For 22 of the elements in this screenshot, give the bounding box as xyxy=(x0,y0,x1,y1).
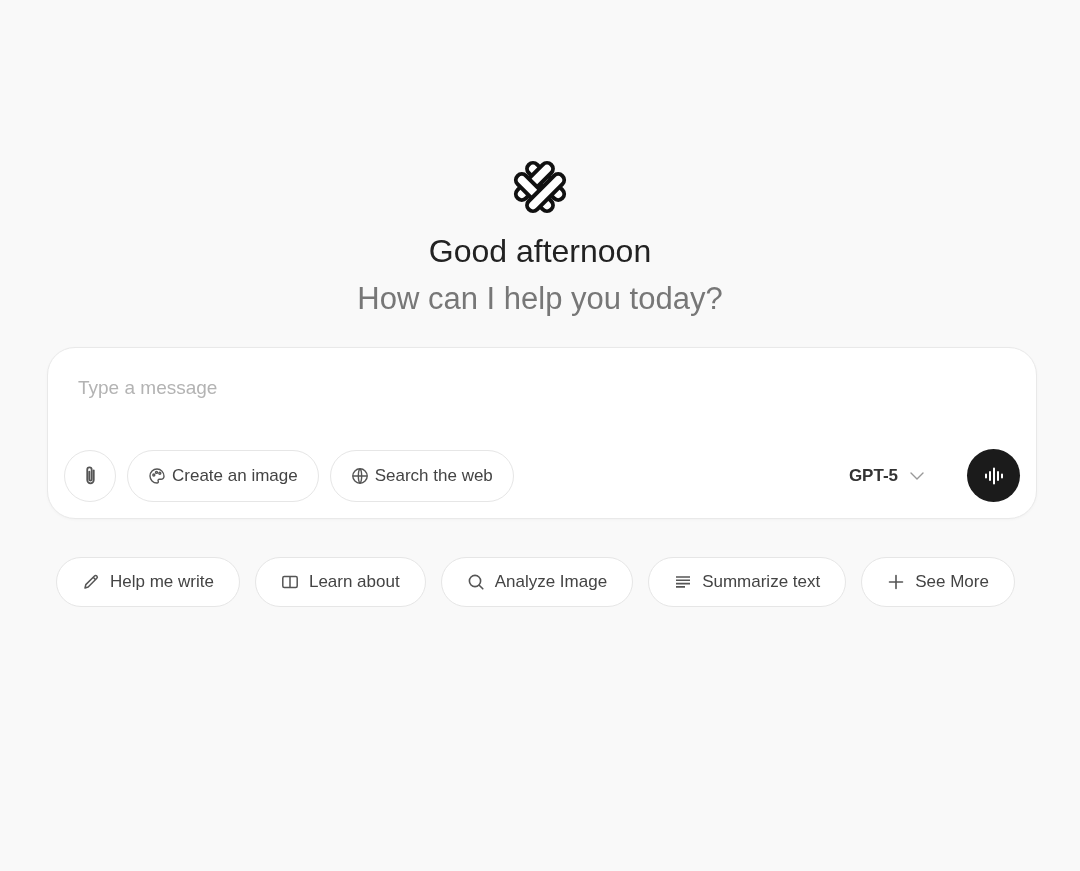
book-icon xyxy=(280,573,299,591)
model-selector[interactable]: GPT-5 xyxy=(846,461,926,490)
globe-icon xyxy=(350,466,369,485)
suggestion-chip[interactable]: Learn about xyxy=(254,557,426,607)
voice-button[interactable] xyxy=(967,449,1020,502)
greeting-subtitle: How can I help you today? xyxy=(357,281,723,317)
tool-chip[interactable]: Search the web xyxy=(329,449,514,502)
waveform-icon xyxy=(983,466,1004,485)
suggestion-chip[interactable]: Help me write xyxy=(56,557,240,607)
magnifier-icon xyxy=(466,573,485,591)
pencil-icon xyxy=(82,573,100,591)
suggestion-chip[interactable]: Summarize text xyxy=(648,557,847,607)
greeting-title: Good afternoon xyxy=(428,233,652,269)
tool-chip[interactable]: Create an image xyxy=(127,449,319,502)
chevron-down-icon xyxy=(910,471,924,480)
plus-icon xyxy=(887,573,906,591)
message-input[interactable]: Type a message xyxy=(64,375,1020,401)
paperclip-icon xyxy=(83,466,97,485)
suggestion-chip[interactable]: See More xyxy=(861,557,1015,607)
text-lines-icon xyxy=(674,573,693,591)
suggestion-chip[interactable]: Analyze Image xyxy=(440,557,634,607)
palette-icon xyxy=(148,466,166,485)
